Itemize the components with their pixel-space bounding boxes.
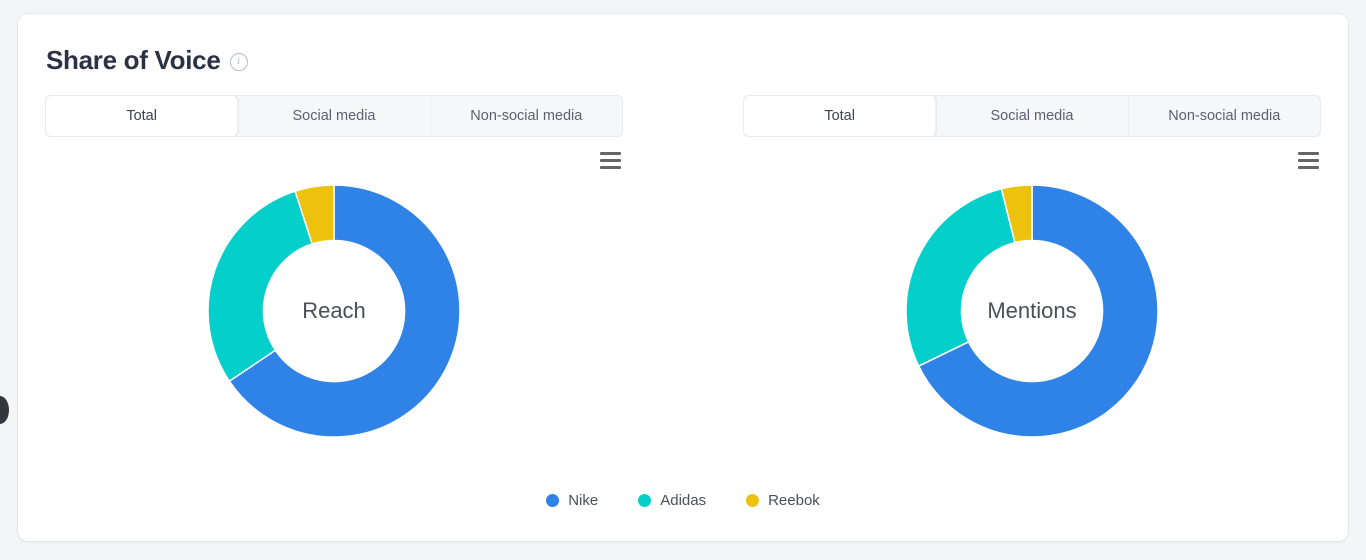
tab-reach-social-media[interactable]: Social media — [238, 96, 430, 136]
reach-donut: Reach — [205, 182, 463, 440]
drawer-handle[interactable] — [0, 396, 9, 424]
share-of-voice-card: Share of Voice i Total Social media Non-… — [18, 14, 1348, 541]
legend-label-adidas: Adidas — [660, 492, 706, 509]
legend-item-adidas[interactable]: Adidas — [638, 492, 706, 509]
tab-reach-non-social-media[interactable]: Non-social media — [431, 96, 622, 136]
legend-label-nike: Nike — [568, 492, 598, 509]
card-header: Share of Voice i — [18, 14, 1348, 73]
reach-slices — [208, 185, 460, 437]
tab-mentions-social-media[interactable]: Social media — [936, 96, 1128, 136]
hamburger-bar — [1298, 152, 1319, 155]
reach-chart: Reach — [45, 161, 623, 461]
charts-row: Total Social media Non-social media Reac… — [18, 95, 1348, 461]
mentions-tab-group: Total Social media Non-social media — [743, 95, 1321, 137]
chart-legend: Nike Adidas Reebok — [18, 492, 1348, 509]
donut-slice-adidas[interactable] — [208, 191, 312, 381]
reach-panel: Total Social media Non-social media Reac… — [45, 95, 623, 461]
info-icon[interactable]: i — [230, 53, 248, 71]
legend-label-reebok: Reebok — [768, 492, 820, 509]
legend-dot-nike — [546, 494, 559, 507]
mentions-chart: Mentions — [743, 161, 1321, 461]
reach-donut-svg — [205, 182, 463, 440]
legend-item-nike[interactable]: Nike — [546, 492, 598, 509]
donut-slice-adidas[interactable] — [906, 189, 1015, 366]
tab-reach-total[interactable]: Total — [46, 96, 238, 136]
legend-dot-reebok — [746, 494, 759, 507]
mentions-donut: Mentions — [903, 182, 1161, 440]
tab-mentions-non-social-media[interactable]: Non-social media — [1129, 96, 1320, 136]
legend-dot-adidas — [638, 494, 651, 507]
reach-tab-group: Total Social media Non-social media — [45, 95, 623, 137]
hamburger-bar — [600, 152, 621, 155]
mentions-slices — [906, 185, 1158, 437]
legend-item-reebok[interactable]: Reebok — [746, 492, 820, 509]
page-title: Share of Voice — [46, 47, 221, 73]
mentions-panel: Total Social media Non-social media Ment… — [743, 95, 1321, 461]
mentions-donut-svg — [903, 182, 1161, 440]
tab-mentions-total[interactable]: Total — [744, 96, 936, 136]
